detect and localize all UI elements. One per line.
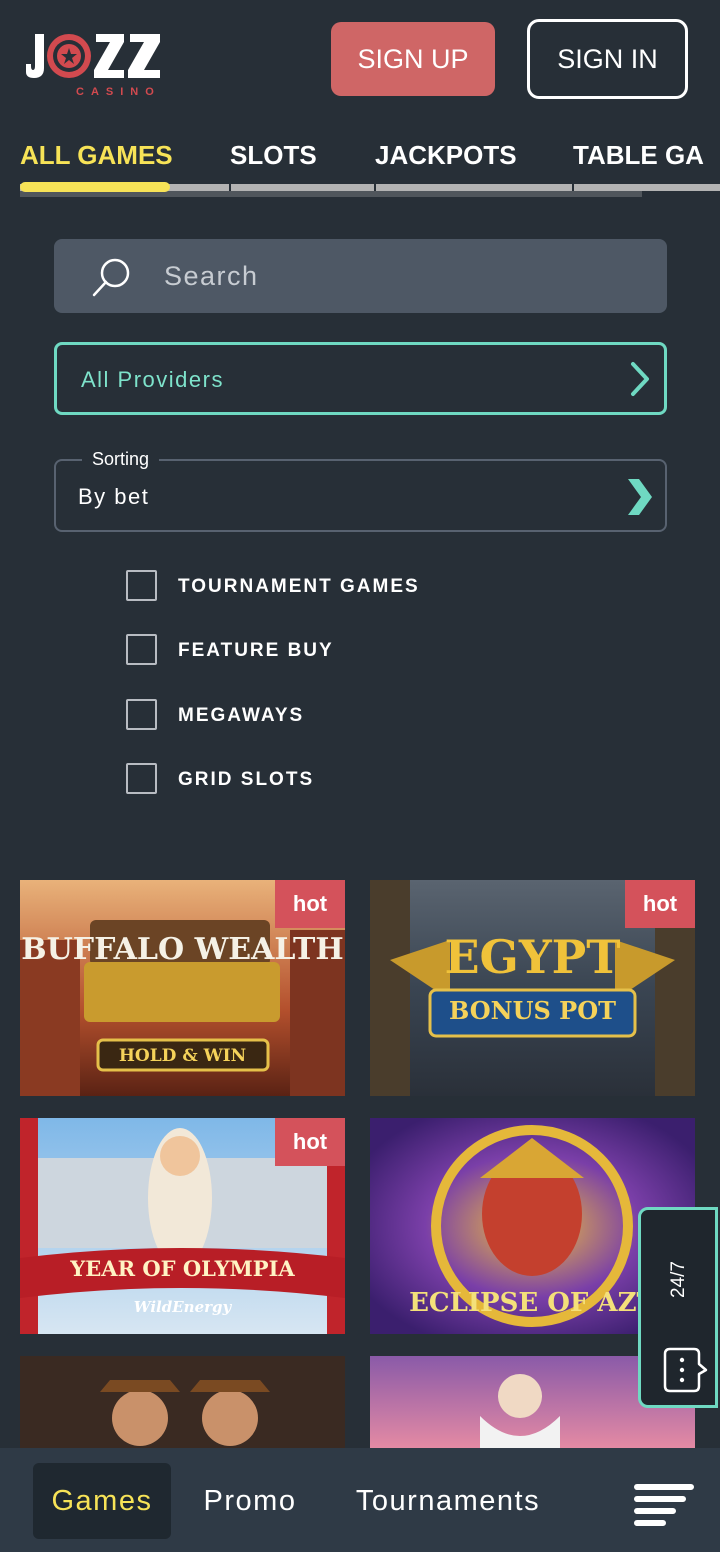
- chevron-right-icon: [625, 477, 653, 517]
- checkbox[interactable]: [126, 763, 157, 794]
- game-category-tabs: ALL GAMES SLOTS JACKPOTS TABLE GA: [0, 134, 720, 198]
- game-subtitle: WildEnergy: [133, 1298, 232, 1316]
- sorting-legend: Sorting: [82, 449, 160, 470]
- support-label: 24/7: [668, 1261, 689, 1299]
- providers-label: All Providers: [81, 367, 224, 392]
- chevron-right-icon: [628, 361, 652, 397]
- active-tab-indicator: [20, 182, 170, 192]
- sign-in-button[interactable]: SIGN IN: [527, 19, 688, 99]
- filter-feature-buy[interactable]: FEATURE BUY: [126, 634, 526, 666]
- sorting-value: By bet: [78, 484, 150, 509]
- filter-tournament-games[interactable]: TOURNAMENT GAMES: [126, 570, 526, 602]
- jozz-casino-logo[interactable]: CASINO: [24, 28, 164, 100]
- filter-grid-slots[interactable]: GRID SLOTS: [126, 763, 526, 795]
- game-subtitle: BONUS POT: [448, 996, 617, 1025]
- game-title: ECLIPSE OF AZT: [409, 1288, 656, 1318]
- logo-subtitle: CASINO: [76, 86, 161, 98]
- sorting-select[interactable]: Sorting By bet: [54, 449, 667, 532]
- hot-badge: hot: [625, 880, 695, 928]
- game-title: BUFFALO WEALTH: [21, 932, 344, 967]
- tab-table-games[interactable]: TABLE GA: [573, 140, 704, 171]
- sign-up-button[interactable]: SIGN UP: [331, 22, 495, 96]
- filter-label: GRID SLOTS: [178, 769, 315, 790]
- tab-divider: [572, 184, 574, 191]
- tab-jackpots[interactable]: JACKPOTS: [375, 140, 517, 171]
- tab-divider: [229, 184, 231, 191]
- checkbox[interactable]: [126, 634, 157, 665]
- game-title: YEAR OF OLYMPIA: [70, 1256, 295, 1281]
- game-title: EGYPT: [444, 930, 621, 984]
- tab-all-games[interactable]: ALL GAMES: [20, 140, 173, 171]
- nav-promo[interactable]: Promo: [190, 1463, 310, 1539]
- game-tile-egypt-bonus-pot[interactable]: EGYPT BONUS POT hot: [370, 880, 695, 1096]
- chat-icon: [661, 1346, 709, 1396]
- filter-megaways[interactable]: MEGAWAYS: [126, 699, 526, 731]
- search-icon: [90, 255, 134, 299]
- checkbox[interactable]: [126, 699, 157, 730]
- game-tile[interactable]: [20, 1356, 345, 1448]
- hot-badge: hot: [275, 1118, 345, 1166]
- game-subtitle: HOLD & WIN: [118, 1046, 247, 1066]
- tab-divider: [374, 184, 376, 191]
- search-box[interactable]: [54, 239, 667, 313]
- menu-icon[interactable]: [632, 1482, 696, 1526]
- checkbox[interactable]: [126, 570, 157, 601]
- hot-badge: hot: [275, 880, 345, 928]
- nav-tournaments[interactable]: Tournaments: [335, 1463, 561, 1539]
- filter-label: FEATURE BUY: [178, 640, 334, 661]
- game-tile-year-of-olympia[interactable]: YEAR OF OLYMPIA WildEnergy hot: [20, 1118, 345, 1334]
- bottom-navigation: Games Promo Tournaments: [0, 1448, 720, 1552]
- game-thumbnail: [20, 1356, 345, 1448]
- search-input[interactable]: [164, 251, 644, 301]
- nav-games[interactable]: Games: [33, 1463, 171, 1539]
- support-24-7-button[interactable]: 24/7: [638, 1207, 718, 1408]
- all-providers-select[interactable]: All Providers: [54, 342, 667, 415]
- game-tile-buffalo-wealth[interactable]: BUFFALO WEALTH HOLD & WIN hot: [20, 880, 345, 1096]
- header: CASINO SIGN UP SIGN IN: [0, 0, 720, 120]
- filter-label: TOURNAMENT GAMES: [178, 576, 420, 597]
- filter-label: MEGAWAYS: [178, 705, 305, 726]
- tab-slots[interactable]: SLOTS: [230, 140, 317, 171]
